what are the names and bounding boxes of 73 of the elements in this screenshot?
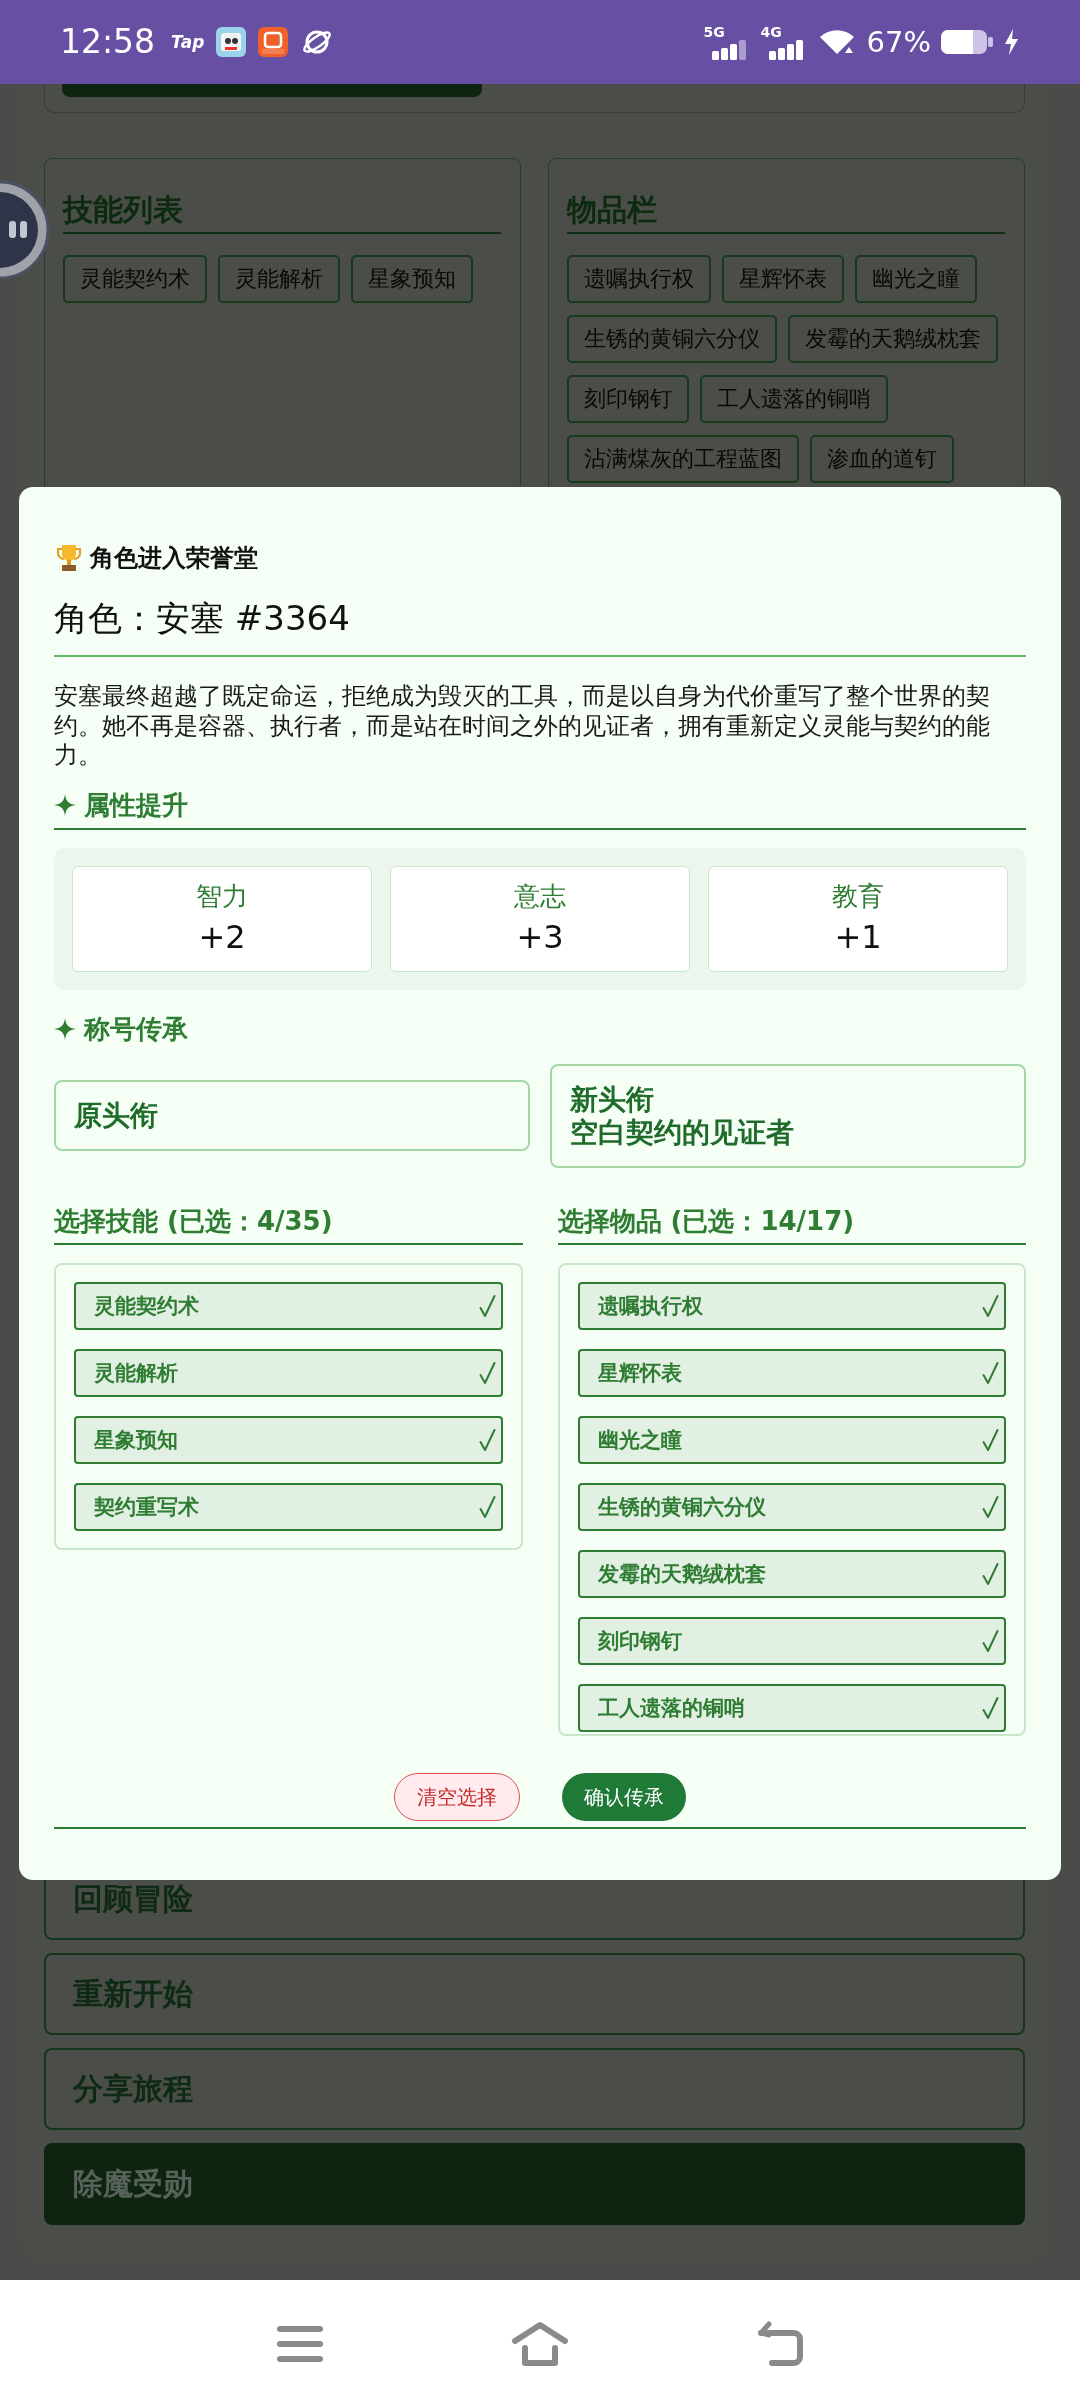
clear-button[interactable]: 清空选择 xyxy=(394,1772,520,1821)
item-tag: 星辉怀表 xyxy=(722,255,844,303)
panel-title: 技能列表 xyxy=(63,192,184,228)
list-item[interactable]: 灵能解析 xyxy=(74,1348,503,1397)
trophy-icon xyxy=(54,543,84,573)
charging-bolt-icon xyxy=(1005,29,1018,55)
stat-name: 智力 xyxy=(196,879,248,913)
signal-icon xyxy=(711,39,748,60)
stat-name: 意志 xyxy=(514,879,566,913)
item-tag: 遗嘱执行权 xyxy=(567,255,711,303)
menu-button[interactable]: 除魔受勋 xyxy=(44,2143,1025,2225)
title-label: 原头衔 xyxy=(74,1099,158,1132)
check-icon xyxy=(478,1427,496,1452)
list-item[interactable]: 工人遗落的铜哨 xyxy=(577,1683,1006,1732)
check-icon xyxy=(478,1360,496,1385)
skill-tag: 灵能解析 xyxy=(218,255,340,303)
sparkle-icon xyxy=(54,793,76,816)
list-item[interactable]: 星象预知 xyxy=(74,1415,503,1464)
section-heading: 称号传承 xyxy=(84,1012,188,1046)
list-heading: 选择物品 (已选：14/17) xyxy=(557,1204,856,1238)
item-tag: 幽光之瞳 xyxy=(855,255,977,303)
check-icon xyxy=(478,1494,496,1519)
check-icon xyxy=(982,1695,999,1720)
battery-percent: 67% xyxy=(866,25,931,59)
back-icon[interactable] xyxy=(756,2321,804,2367)
item-tag: 工人遗落的铜哨 xyxy=(700,375,888,423)
check-icon xyxy=(982,1293,999,1318)
list-item[interactable]: 灵能契约术 xyxy=(74,1281,503,1330)
list-heading: 选择技能 (已选：4/35) xyxy=(54,1204,334,1238)
list-item[interactable]: 遗嘱执行权 xyxy=(577,1281,1006,1330)
item-tag: 刻印钢钉 xyxy=(567,375,689,423)
check-icon xyxy=(982,1561,999,1586)
list-item[interactable]: 幽光之瞳 xyxy=(577,1415,1006,1464)
list-item[interactable]: 星辉怀表 xyxy=(577,1348,1006,1397)
confirm-button[interactable]: 确认传承 xyxy=(562,1772,686,1821)
item-tag: 发霉的天鹅绒枕套 xyxy=(788,315,998,363)
check-icon xyxy=(982,1360,999,1385)
app-icon xyxy=(258,27,289,57)
network-label: 4G xyxy=(760,24,782,40)
title-label: 新头衔 xyxy=(570,1082,654,1116)
skill-tag: 灵能契约术 xyxy=(63,255,207,303)
stat-value: +2 xyxy=(198,916,246,957)
item-tag: 渗血的道钉 xyxy=(810,435,954,483)
app-icon xyxy=(216,27,247,57)
list-item[interactable]: 刻印钢钉 xyxy=(577,1616,1006,1665)
item-tag: 沾满煤灰的工程蓝图 xyxy=(567,435,799,483)
signal-icon xyxy=(768,39,805,60)
dialog-title: 角色进入荣誉堂 xyxy=(90,543,258,574)
network-label: 5G xyxy=(703,24,725,40)
stat-value: +3 xyxy=(516,916,564,957)
section-heading: 属性提升 xyxy=(84,788,188,822)
check-icon xyxy=(982,1494,999,1519)
app-logo: Tap xyxy=(171,32,205,52)
item-tag: 生锈的黄铜六分仪 xyxy=(567,315,777,363)
check-icon xyxy=(982,1427,999,1452)
clock-time: 12:58 xyxy=(60,22,156,62)
list-item[interactable]: 生锈的黄铜六分仪 xyxy=(577,1482,1006,1531)
home-icon[interactable] xyxy=(511,2321,569,2367)
wifi-icon xyxy=(818,29,855,55)
battery-icon xyxy=(941,29,993,55)
panel-title: 物品栏 xyxy=(567,192,658,228)
character-name: 角色：安塞 #3364 xyxy=(54,598,351,638)
description-text: 安塞最终超越了既定命运，拒绝成为毁灭的工具，而是以自身为代价重写了整个世界的契约。她不再是容器、执行者，而是站在时间之外的见证者，拥有重新定义灵能与契约的能力。 xyxy=(54,681,991,770)
skill-tag: 星象预知 xyxy=(351,255,473,303)
check-icon xyxy=(478,1293,496,1318)
list-item[interactable]: 发霉的天鹅绒枕套 xyxy=(577,1549,1006,1598)
title-value: 空白契约的见证者 xyxy=(570,1115,794,1149)
check-icon xyxy=(982,1628,999,1653)
menu-icon[interactable] xyxy=(277,2325,323,2363)
sparkle-icon xyxy=(54,1017,76,1040)
stat-value: +1 xyxy=(834,916,882,957)
stat-name: 教育 xyxy=(832,879,884,913)
list-item[interactable]: 契约重写术 xyxy=(74,1482,503,1531)
